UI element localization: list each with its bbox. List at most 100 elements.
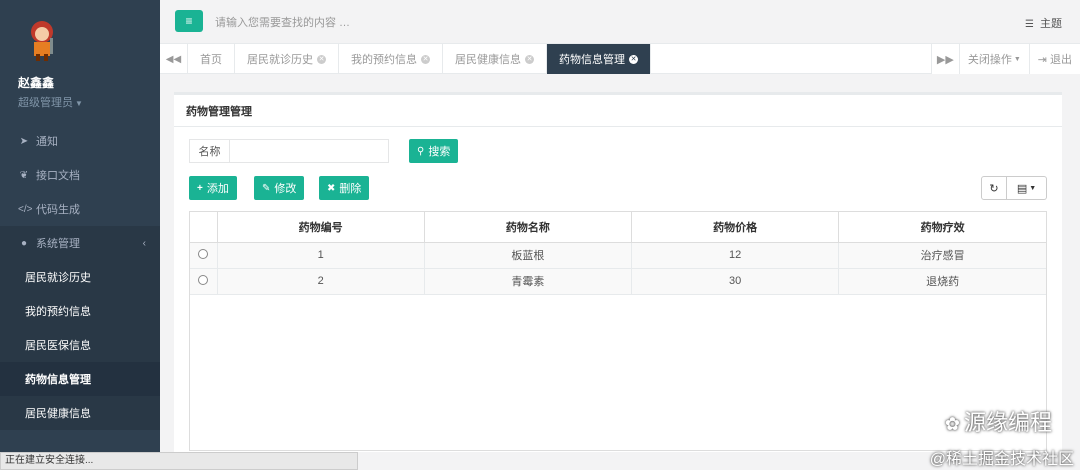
select-column-header: [190, 212, 218, 243]
tab-label: 首页: [200, 54, 222, 66]
name-label: 名称: [190, 140, 230, 162]
close-operations-label: 关闭操作: [967, 54, 1012, 66]
chevron-left-icon: ‹: [142, 237, 146, 249]
close-icon[interactable]: ✕: [317, 54, 326, 64]
delete-button-label: 删除: [339, 183, 362, 195]
name-input[interactable]: [230, 140, 388, 162]
menu-toggle-button[interactable]: ≡: [175, 10, 203, 32]
edit-button-label: 修改: [274, 183, 297, 195]
row-select: [190, 242, 218, 269]
tab-scroll-right-button[interactable]: ▶▶: [930, 44, 959, 74]
add-button[interactable]: + 添加: [189, 176, 237, 200]
refresh-button[interactable]: ↻: [981, 176, 1007, 200]
table-row[interactable]: 1 板蓝根 12 治疗感冒: [190, 242, 1046, 269]
sidebar-subitem-visit-history[interactable]: 居民就诊历史: [0, 260, 160, 294]
column-header[interactable]: 药物价格: [631, 212, 840, 243]
column-header[interactable]: 药物疗效: [838, 212, 1046, 243]
sidebar-subitem-label: 药物信息管理: [25, 374, 91, 386]
avatar[interactable]: [22, 18, 66, 62]
tabs-bar: ◀◀ 首页 居民就诊历史 ✕ 我的预约信息 ✕ 居民健康信息 ✕ 药物信息管理 ✕ ▶▶…: [160, 44, 1080, 74]
tab-health-info[interactable]: 居民健康信息 ✕: [443, 44, 547, 74]
edit-button[interactable]: ✎ 修改: [254, 176, 305, 200]
panel-title: 药物管理管理: [174, 95, 1062, 127]
refresh-icon: ↻: [989, 182, 999, 195]
tab-visit-history[interactable]: 居民就诊历史 ✕: [235, 44, 339, 74]
watermark-site: @稀土掘金技术社区: [929, 451, 1074, 468]
column-header[interactable]: 药物名称: [424, 212, 633, 243]
sidebar-item-label: 代码生成: [36, 204, 80, 216]
tab-actions: ▶▶ 关闭操作 ▼ ⇥ 退出: [930, 44, 1080, 74]
sidebar-subitem-insurance[interactable]: 居民医保信息: [0, 328, 160, 362]
logout-label: 退出: [1050, 54, 1072, 66]
theme-label: 主题: [1040, 18, 1062, 30]
nav-menu: ➤ 通知 ❦ 接口文档 </> 代码生成 ● 系统管理 ‹ 居民就诊历史 我的预约信息 居…: [0, 124, 160, 430]
sidebar-item-notice[interactable]: ➤ 通知: [0, 124, 160, 158]
table-row[interactable]: 2 青霉素 30 退烧药: [190, 268, 1046, 295]
remove-icon: ✖: [327, 182, 336, 194]
hamburger-icon: ≡: [185, 14, 193, 28]
sidebar-item-label: 系统管理: [36, 238, 80, 250]
close-icon[interactable]: ✕: [629, 54, 638, 64]
add-button-label: 添加: [206, 183, 229, 195]
tab-label: 居民健康信息: [455, 54, 521, 66]
code-icon: </>: [18, 203, 33, 215]
tab-drug-management[interactable]: 药物信息管理 ✕: [547, 44, 651, 74]
tab-home[interactable]: 首页: [188, 44, 235, 74]
table-cell: 30: [631, 268, 840, 295]
search-button[interactable]: ⚲ 搜索: [409, 139, 459, 163]
table-cell: 板蓝根: [424, 242, 633, 269]
row-radio[interactable]: [198, 248, 209, 259]
watermark-source: ✿ 源缘编程: [945, 405, 1052, 437]
table-cell: 青霉素: [424, 268, 633, 295]
sidebar-subitem-label: 居民医保信息: [25, 340, 91, 352]
sidebar-subitem-health-info[interactable]: 居民健康信息: [0, 396, 160, 430]
columns-toggle-button[interactable]: ▤ ▼: [1007, 176, 1047, 200]
list-icon: ☰: [1025, 19, 1034, 30]
global-search-input[interactable]: 请输入您需要查找的内容 …: [215, 14, 350, 30]
table-cell: 1: [217, 242, 425, 269]
double-left-icon: ◀◀: [165, 53, 182, 65]
theme-button[interactable]: ☰ 主题: [1025, 15, 1062, 31]
leaf-icon: ❦: [19, 169, 29, 181]
sidebar-subitem-appointments[interactable]: 我的预约信息: [0, 294, 160, 328]
tab-scroll-left-button[interactable]: ◀◀: [160, 44, 188, 74]
user-role: 超级管理员: [18, 97, 73, 109]
row-radio[interactable]: [198, 274, 209, 285]
sidebar: 赵鑫鑫 超级管理员 ▼ ➤ 通知 ❦ 接口文档 </> 代码生成 ● 系统管理 ‹ 居民就诊…: [0, 0, 160, 470]
close-icon[interactable]: ✕: [421, 54, 430, 64]
tabs: 首页 居民就诊历史 ✕ 我的预约信息 ✕ 居民健康信息 ✕ 药物信息管理 ✕: [188, 44, 651, 74]
name-field: 名称: [189, 139, 389, 163]
top-header: ≡ 请输入您需要查找的内容 … ☰ 主题: [160, 0, 1080, 44]
sidebar-subitem-drug-management[interactable]: 药物信息管理: [0, 362, 160, 396]
edit-icon: ✎: [262, 182, 271, 194]
search-form: 名称: [189, 139, 389, 163]
column-header[interactable]: 药物编号: [217, 212, 425, 243]
sidebar-subitem-label: 居民就诊历史: [25, 272, 91, 284]
search-icon: ⚲: [417, 145, 425, 157]
caret-down-icon: ▼: [1029, 184, 1037, 192]
tab-label: 药物信息管理: [559, 54, 625, 66]
profile: 赵鑫鑫 超级管理员 ▼: [0, 0, 160, 110]
logout-icon: ⇥: [1037, 53, 1047, 66]
table-tools: ↻ ▤ ▼: [981, 176, 1047, 200]
close-icon[interactable]: ✕: [525, 54, 534, 64]
tab-label: 我的预约信息: [351, 54, 417, 66]
user-role-dropdown[interactable]: 超级管理员 ▼: [18, 94, 160, 110]
double-right-icon: ▶▶: [936, 53, 954, 66]
sidebar-item-label: 接口文档: [36, 170, 80, 182]
sidebar-item-system[interactable]: ● 系统管理 ‹: [0, 226, 160, 260]
sidebar-item-api-docs[interactable]: ❦ 接口文档: [0, 158, 160, 192]
user-name: 赵鑫鑫: [18, 76, 55, 90]
table-cell: 2: [217, 268, 425, 295]
drug-table: 药物编号 药物名称 药物价格 药物疗效 1 板蓝根 12 治疗感冒 2 青霉素 …: [189, 211, 1047, 451]
browser-status-bar: 正在建立安全连接...: [0, 452, 358, 470]
send-icon: ➤: [19, 135, 29, 147]
tab-appointments[interactable]: 我的预约信息 ✕: [339, 44, 443, 74]
delete-button[interactable]: ✖ 删除: [319, 176, 370, 200]
table-header-row: 药物编号 药物名称 药物价格 药物疗效: [190, 212, 1046, 243]
logout-button[interactable]: ⇥ 退出: [1028, 44, 1080, 74]
caret-down-icon: ▼: [75, 99, 83, 108]
table-cell: 退烧药: [838, 268, 1046, 295]
close-operations-dropdown[interactable]: 关闭操作 ▼: [958, 44, 1029, 74]
sidebar-item-codegen[interactable]: </> 代码生成: [0, 192, 160, 226]
